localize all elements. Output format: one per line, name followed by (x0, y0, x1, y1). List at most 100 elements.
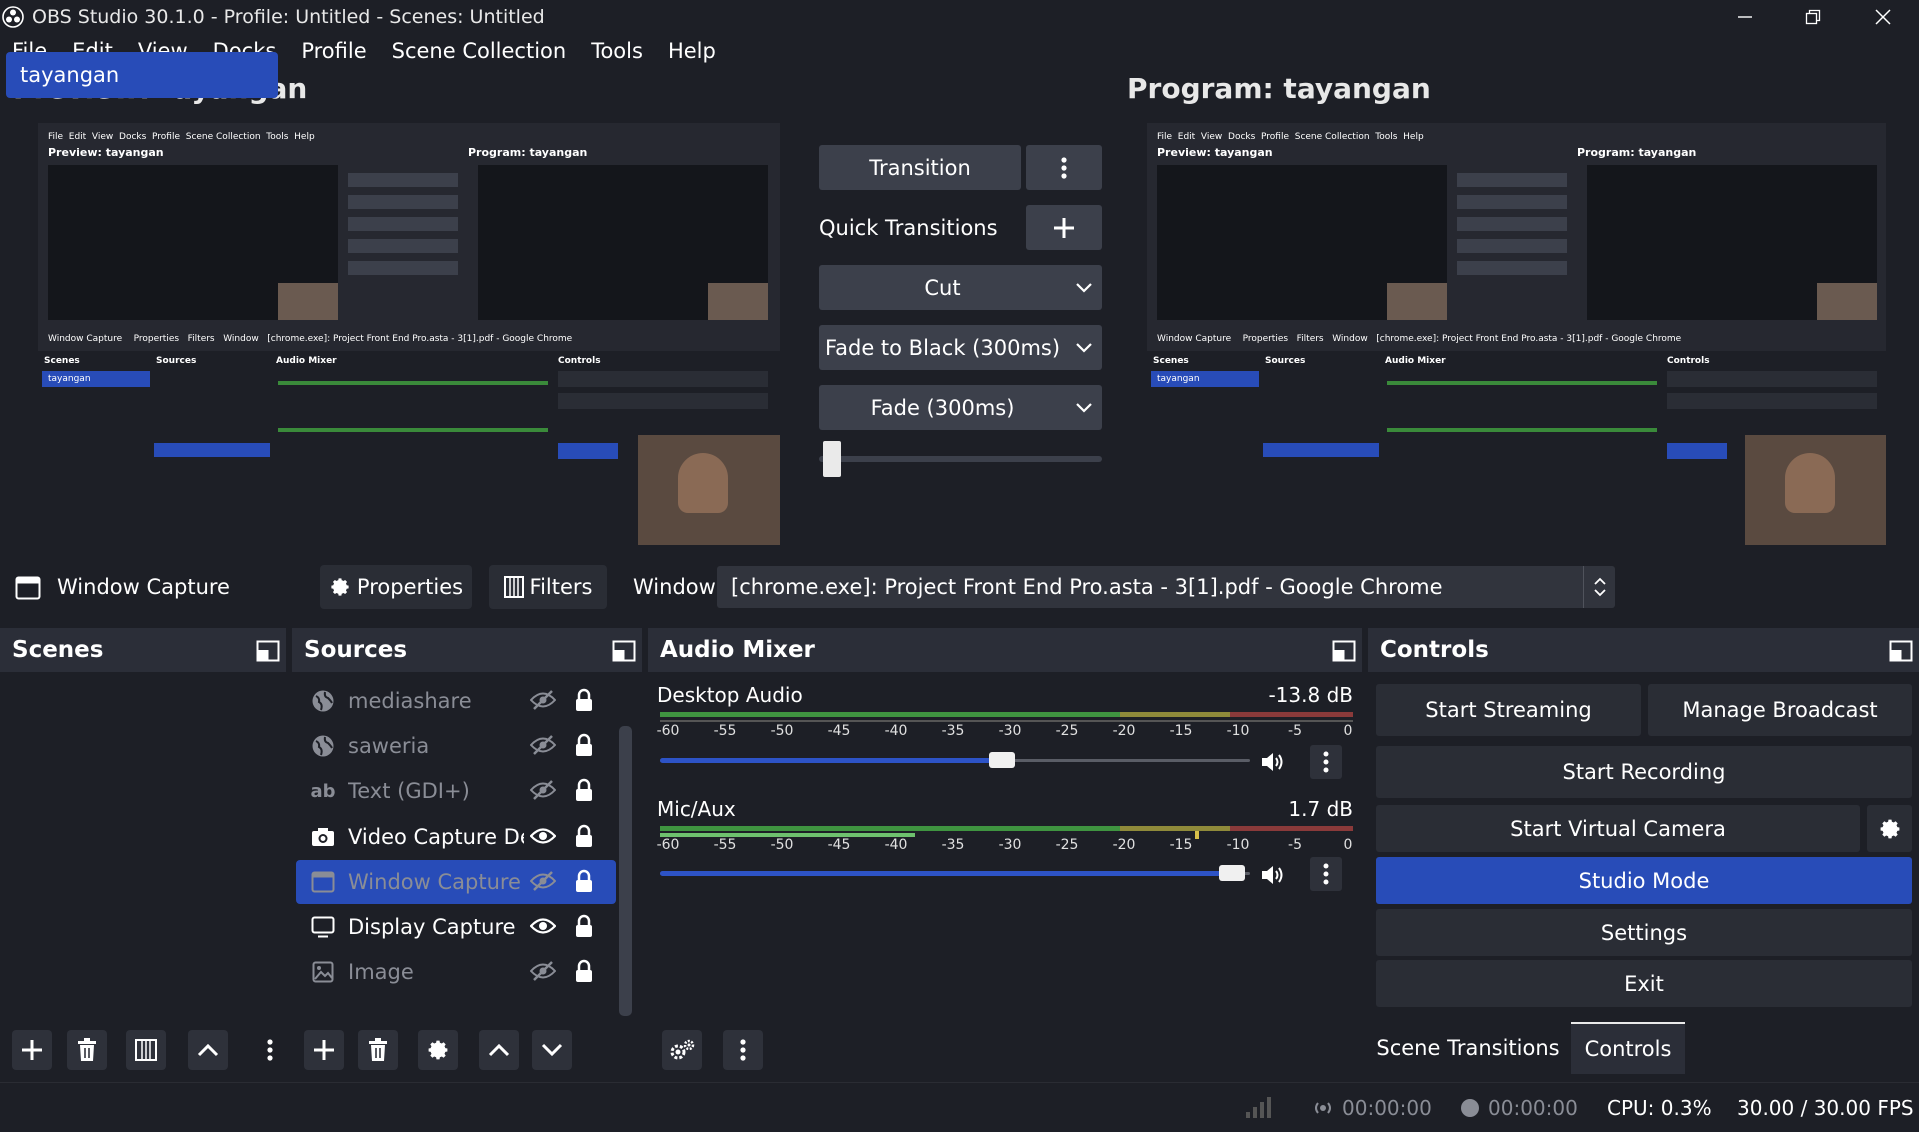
eye-icon[interactable] (530, 915, 556, 937)
manage-broadcast-button[interactable]: Manage Broadcast (1648, 684, 1912, 736)
scene-menu-button[interactable] (250, 1030, 290, 1070)
window-select[interactable]: [chrome.exe]: Project Front End Pro.asta… (717, 566, 1615, 608)
lock-icon[interactable] (574, 778, 594, 802)
scenes-title: Scenes (12, 637, 104, 663)
move-source-up-button[interactable] (479, 1030, 519, 1070)
cut-transition[interactable]: Cut (819, 265, 1102, 310)
fps-readout: 30.00 / 30.00 FPS (1737, 1096, 1914, 1120)
start-streaming-button[interactable]: Start Streaming (1376, 684, 1641, 736)
start-virtual-camera-button[interactable]: Start Virtual Camera (1376, 805, 1860, 852)
preview-capture: File Edit View Docks Profile Scene Colle… (38, 123, 780, 545)
trash-icon (369, 1038, 387, 1061)
volume-knob-mic[interactable] (1219, 865, 1245, 881)
minimize-icon (1738, 16, 1752, 18)
source-row-text[interactable]: ab Text (GDI+) (296, 769, 616, 813)
menu-help[interactable]: Help (668, 39, 716, 63)
source-row-window-capture[interactable]: Window Capture (296, 860, 616, 904)
quick-transitions-label: Quick Transitions (819, 216, 998, 240)
lock-icon[interactable] (574, 959, 594, 983)
source-row-video-capture[interactable]: Video Capture Device (296, 815, 616, 859)
plus-icon (314, 1040, 334, 1060)
undock-icon[interactable] (1332, 640, 1356, 662)
mixer-menu-button[interactable] (723, 1030, 763, 1070)
transition-button[interactable]: Transition (819, 145, 1021, 190)
eye-off-icon[interactable] (530, 870, 556, 892)
window-title: OBS Studio 30.1.0 - Profile: Untitled - … (32, 6, 545, 28)
add-source-button[interactable] (304, 1030, 344, 1070)
obs-logo-icon (2, 6, 24, 28)
fade-to-black-transition[interactable]: Fade to Black (300ms) (819, 325, 1102, 370)
sources-header: Sources (292, 628, 642, 672)
filters-label: Filters (529, 575, 593, 599)
source-row-image[interactable]: Image (296, 950, 616, 994)
start-recording-button[interactable]: Start Recording (1376, 746, 1912, 798)
source-row-saweria[interactable]: saweria (296, 724, 616, 768)
sources-scrollbar[interactable] (619, 726, 632, 1016)
remove-scene-button[interactable] (67, 1030, 107, 1070)
lock-icon[interactable] (574, 733, 594, 757)
speaker-icon[interactable] (1260, 863, 1286, 887)
tab-controls[interactable]: Controls (1571, 1022, 1685, 1074)
t-bar-handle[interactable] (823, 441, 841, 477)
undock-icon[interactable] (612, 640, 636, 662)
lock-icon[interactable] (574, 869, 594, 893)
transition-menu-button[interactable] (1026, 145, 1102, 190)
move-source-down-button[interactable] (532, 1030, 572, 1070)
source-properties-button[interactable] (418, 1030, 458, 1070)
rec-time: 00:00:00 (1488, 1096, 1578, 1120)
restore-button[interactable] (1783, 0, 1843, 34)
speaker-icon[interactable] (1260, 750, 1286, 774)
menu-tools[interactable]: Tools (591, 39, 643, 63)
minimize-button[interactable] (1715, 0, 1775, 34)
source-row-mediashare[interactable]: mediashare (296, 679, 616, 723)
tab-scene-transitions[interactable]: Scene Transitions (1370, 1022, 1566, 1074)
more-vertical-icon (1323, 863, 1329, 885)
spin-chevrons-icon[interactable] (1583, 566, 1615, 608)
preview-area[interactable]: File Edit View Docks Profile Scene Colle… (8, 115, 804, 545)
properties-button[interactable]: Properties (320, 565, 472, 609)
chevron-down-icon (1066, 282, 1102, 293)
undock-icon[interactable] (256, 640, 280, 662)
source-row-display-capture[interactable]: Display Capture (296, 905, 616, 949)
filters-button[interactable]: Filters (489, 565, 607, 609)
eye-off-icon[interactable] (530, 779, 556, 801)
eye-off-icon[interactable] (530, 960, 556, 982)
channel-name-mic: Mic/Aux (657, 797, 736, 821)
fade-transition[interactable]: Fade (300ms) (819, 385, 1102, 430)
settings-button[interactable]: Settings (1376, 909, 1912, 956)
eye-off-icon[interactable] (530, 734, 556, 756)
add-quick-transition-button[interactable] (1026, 205, 1102, 250)
channel-menu-button[interactable] (1310, 745, 1342, 779)
window-label: Window (633, 575, 716, 599)
menu-profile[interactable]: Profile (301, 39, 366, 63)
chevron-down-icon (1066, 402, 1102, 413)
add-scene-button[interactable] (12, 1030, 52, 1070)
channel-menu-button[interactable] (1310, 857, 1342, 891)
studio-mode-button[interactable]: Studio Mode (1376, 857, 1912, 904)
source-name: Display Capture (348, 915, 516, 939)
volume-knob-desktop[interactable] (989, 752, 1015, 768)
chevron-down-icon (1066, 342, 1102, 353)
volume-fill-mic (660, 871, 1232, 876)
remove-source-button[interactable] (358, 1030, 398, 1070)
eye-icon[interactable] (530, 825, 556, 847)
lock-icon[interactable] (574, 688, 594, 712)
undock-icon[interactable] (1889, 640, 1913, 662)
lock-icon[interactable] (574, 914, 594, 938)
menu-scene-collection[interactable]: Scene Collection (392, 39, 567, 63)
virtual-camera-settings-button[interactable] (1867, 805, 1912, 852)
scene-filters-button[interactable] (126, 1030, 166, 1070)
controls-title: Controls (1380, 637, 1489, 663)
t-bar-track[interactable] (819, 456, 1102, 462)
advanced-audio-button[interactable] (662, 1030, 702, 1070)
audio-mixer-header: Audio Mixer (648, 628, 1362, 672)
more-vertical-icon (1323, 751, 1329, 773)
db-scale-desktop: -60 -55 -50 -45 -40 -35 -30 -25 -20 -15 … (656, 723, 1353, 739)
exit-button[interactable]: Exit (1376, 960, 1912, 1007)
move-scene-up-button[interactable] (188, 1030, 228, 1070)
scene-item[interactable]: tayangan (6, 52, 278, 98)
title-bar: OBS Studio 30.1.0 - Profile: Untitled - … (0, 0, 1919, 34)
eye-off-icon[interactable] (530, 689, 556, 711)
lock-icon[interactable] (574, 824, 594, 848)
close-button[interactable] (1853, 0, 1913, 34)
